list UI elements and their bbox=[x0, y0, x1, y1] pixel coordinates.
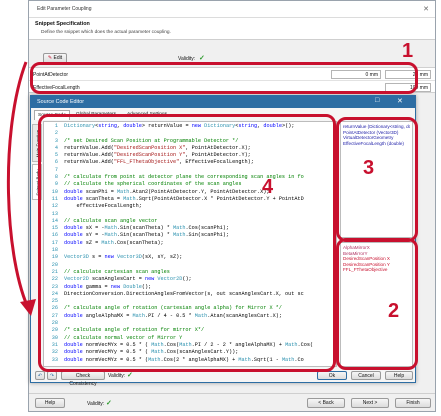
annotation-arrow bbox=[6, 61, 36, 316]
